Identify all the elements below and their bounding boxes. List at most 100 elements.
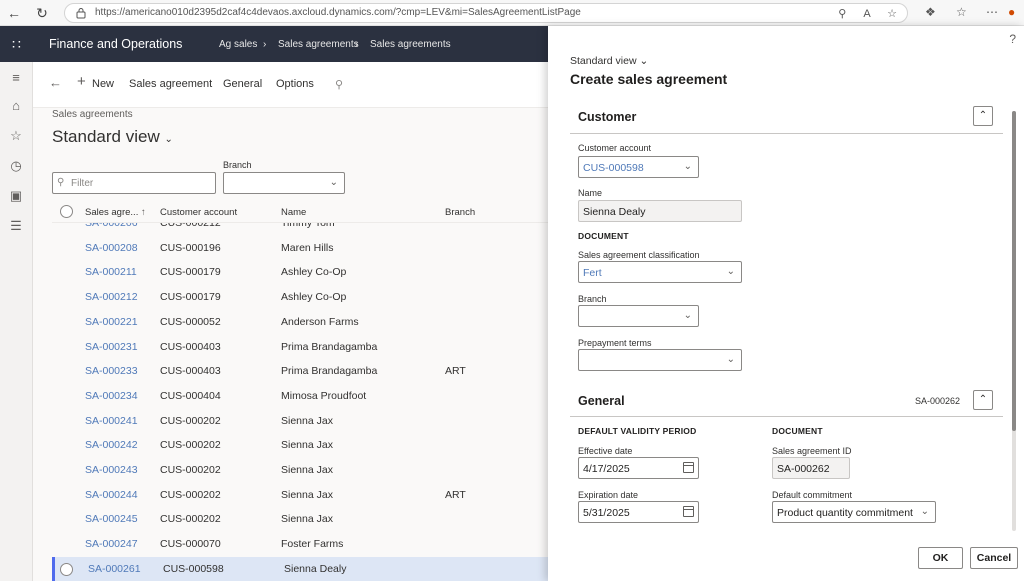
- cell-name: Sienna Jax: [281, 439, 333, 452]
- help-icon[interactable]: ?: [1009, 32, 1016, 46]
- calendar-icon[interactable]: [683, 506, 694, 517]
- more-icon[interactable]: ⋯: [986, 5, 998, 19]
- sort-ascending-icon[interactable]: ↑: [141, 207, 146, 218]
- cell-sales-agreement-id[interactable]: SA-000212: [85, 291, 138, 303]
- cell-sales-agreement-id[interactable]: SA-000233: [85, 365, 138, 377]
- grid-header: Sales agre... ↑ Customer account Name Br…: [52, 201, 548, 223]
- branch-filter-dropdown[interactable]: ⌄: [223, 172, 345, 194]
- general-section-header[interactable]: General: [578, 394, 625, 408]
- filter-input[interactable]: ⚲ Filter: [52, 172, 216, 194]
- cell-sales-agreement-id[interactable]: SA-000244: [85, 489, 138, 501]
- scrollbar-thumb[interactable]: [1012, 111, 1016, 431]
- cell-sales-agreement-id[interactable]: SA-000261: [88, 563, 141, 575]
- table-row[interactable]: SA-000245 CUS-000202 Sienna Jax: [52, 507, 548, 532]
- home-icon[interactable]: ⌂: [8, 98, 24, 114]
- breadcrumb-item-2[interactable]: Sales agreements: [278, 39, 359, 50]
- copilot-icon[interactable]: ●: [1008, 5, 1015, 19]
- dialog-scrollbar[interactable]: [1012, 111, 1016, 531]
- table-row[interactable]: SA-000242 CUS-000202 Sienna Jax: [52, 433, 548, 458]
- options-tab[interactable]: Options: [276, 78, 314, 90]
- cell-sales-agreement-id[interactable]: SA-000242: [85, 439, 138, 451]
- favorites-icon[interactable]: ☆: [956, 5, 967, 19]
- hamburger-icon[interactable]: ≡: [8, 70, 24, 86]
- cell-sales-agreement-id[interactable]: SA-000241: [85, 415, 138, 427]
- cancel-button[interactable]: Cancel: [970, 547, 1018, 569]
- branch-dropdown[interactable]: ⌄: [578, 305, 699, 327]
- zoom-icon[interactable]: ⚲: [838, 8, 846, 20]
- cell-name: Anderson Farms: [281, 315, 359, 328]
- table-row[interactable]: SA-000231 CUS-000403 Prima Brandagamba: [52, 335, 548, 360]
- cell-name: Sienna Jax: [281, 488, 333, 501]
- extensions-icon[interactable]: ❖: [925, 5, 936, 19]
- select-all-radio[interactable]: [60, 205, 73, 218]
- back-arrow-icon[interactable]: ←: [49, 75, 62, 90]
- read-aloud-icon[interactable]: A: [863, 8, 870, 20]
- table-row[interactable]: SA-000247 CUS-000070 Foster Farms: [52, 532, 548, 557]
- plus-icon[interactable]: +: [77, 73, 86, 90]
- table-row[interactable]: SA-000234 CUS-000404 Mimosa Proudfoot: [52, 384, 548, 409]
- refresh-icon[interactable]: ↻: [32, 3, 52, 23]
- cell-sales-agreement-id[interactable]: SA-000231: [85, 341, 138, 353]
- general-tab[interactable]: General: [223, 78, 262, 90]
- name-label: Name: [578, 188, 603, 198]
- chevron-down-icon: ⌄: [164, 134, 173, 145]
- cell-customer-account: CUS-000202: [160, 513, 221, 526]
- customer-section-header[interactable]: Customer: [578, 110, 636, 124]
- sales-agreement-id-field: SA-000262: [772, 457, 850, 479]
- cell-sales-agreement-id[interactable]: SA-000247: [85, 538, 138, 550]
- table-row[interactable]: SA-000212 CUS-000179 Ashley Co-Op: [52, 285, 548, 310]
- expiration-date-input[interactable]: 5/31/2025: [578, 501, 699, 523]
- address-bar[interactable]: https://americano010d2395d2caf4c4devaos.…: [64, 3, 908, 23]
- customer-collapse-chevron-up-icon[interactable]: ⌃: [973, 106, 993, 126]
- breadcrumb-item-1[interactable]: Ag sales: [219, 39, 257, 50]
- chevron-down-icon: ⌄: [329, 177, 338, 188]
- dialog-view-selector[interactable]: Standard view ⌄: [570, 55, 648, 67]
- default-commitment-dropdown[interactable]: Product quantity commitment ⌄: [772, 501, 936, 523]
- classification-dropdown[interactable]: Fert ⌄: [578, 261, 742, 283]
- favorites-star-icon[interactable]: ☆: [8, 128, 24, 144]
- cell-sales-agreement-id[interactable]: SA-000208: [85, 242, 138, 254]
- table-row[interactable]: SA-000221 CUS-000052 Anderson Farms: [52, 310, 548, 335]
- cell-customer-account: CUS-000403: [160, 365, 221, 378]
- column-header-customer-account[interactable]: Customer account: [160, 207, 237, 218]
- column-header-branch[interactable]: Branch: [445, 207, 475, 218]
- modules-list-icon[interactable]: ☰: [8, 218, 24, 234]
- search-icon[interactable]: ⚲: [335, 78, 343, 91]
- cell-sales-agreement-id[interactable]: SA-000234: [85, 390, 138, 402]
- table-row[interactable]: SA-000208 CUS-000196 Maren Hills: [52, 236, 548, 261]
- table-row[interactable]: SA-000243 CUS-000202 Sienna Jax: [52, 458, 548, 483]
- recent-clock-icon[interactable]: ◷: [8, 158, 24, 174]
- column-header-name[interactable]: Name: [281, 207, 306, 218]
- cell-sales-agreement-id[interactable]: SA-000211: [85, 266, 137, 278]
- prepayment-terms-dropdown[interactable]: ⌄: [578, 349, 742, 371]
- calendar-icon[interactable]: [683, 462, 694, 473]
- cell-sales-agreement-id[interactable]: SA-000221: [85, 316, 138, 328]
- cell-sales-agreement-id[interactable]: SA-000245: [85, 513, 138, 525]
- sales-agreement-tab[interactable]: Sales agreement: [129, 78, 212, 90]
- new-button[interactable]: New: [92, 78, 114, 90]
- row-select-radio[interactable]: [60, 562, 73, 576]
- cell-sales-agreement-id[interactable]: SA-000243: [85, 464, 138, 476]
- table-row[interactable]: SA-000211 CUS-000179 Ashley Co-Op: [52, 260, 548, 285]
- cell-name: Timmy Tom: [281, 223, 335, 229]
- table-row[interactable]: SA-000233 CUS-000403 Prima Brandagamba ART: [52, 359, 548, 384]
- table-row[interactable]: SA-000244 CUS-000202 Sienna Jax ART: [52, 483, 548, 508]
- cell-customer-account: CUS-000404: [160, 389, 221, 402]
- general-collapse-chevron-up-icon[interactable]: ⌃: [973, 390, 993, 410]
- table-row[interactable]: SA-000261 CUS-000598 Sienna Dealy: [52, 556, 548, 581]
- table-row[interactable]: SA-000241 CUS-000202 Sienna Jax: [52, 409, 548, 434]
- general-summary-value: SA-000262: [915, 396, 961, 406]
- ok-button[interactable]: OK: [918, 547, 963, 569]
- customer-account-dropdown[interactable]: CUS-000598 ⌄: [578, 156, 699, 178]
- cell-name: Prima Brandagamba: [281, 340, 378, 353]
- breadcrumb-item-3[interactable]: Sales agreements: [370, 39, 451, 50]
- table-row[interactable]: SA-000206 CUS-000212 Timmy Tom: [52, 223, 548, 236]
- back-icon[interactable]: ←: [4, 3, 24, 23]
- favorite-star-icon[interactable]: ☆: [887, 8, 897, 20]
- waffle-icon[interactable]: ∷: [0, 26, 33, 62]
- column-header-sales-agreement[interactable]: Sales agre...: [85, 207, 138, 218]
- cell-sales-agreement-id[interactable]: SA-000206: [85, 223, 138, 229]
- effective-date-input[interactable]: 4/17/2025: [578, 457, 699, 479]
- workspaces-icon[interactable]: ▣: [8, 188, 24, 204]
- view-title[interactable]: Standard view ⌄: [52, 127, 173, 147]
